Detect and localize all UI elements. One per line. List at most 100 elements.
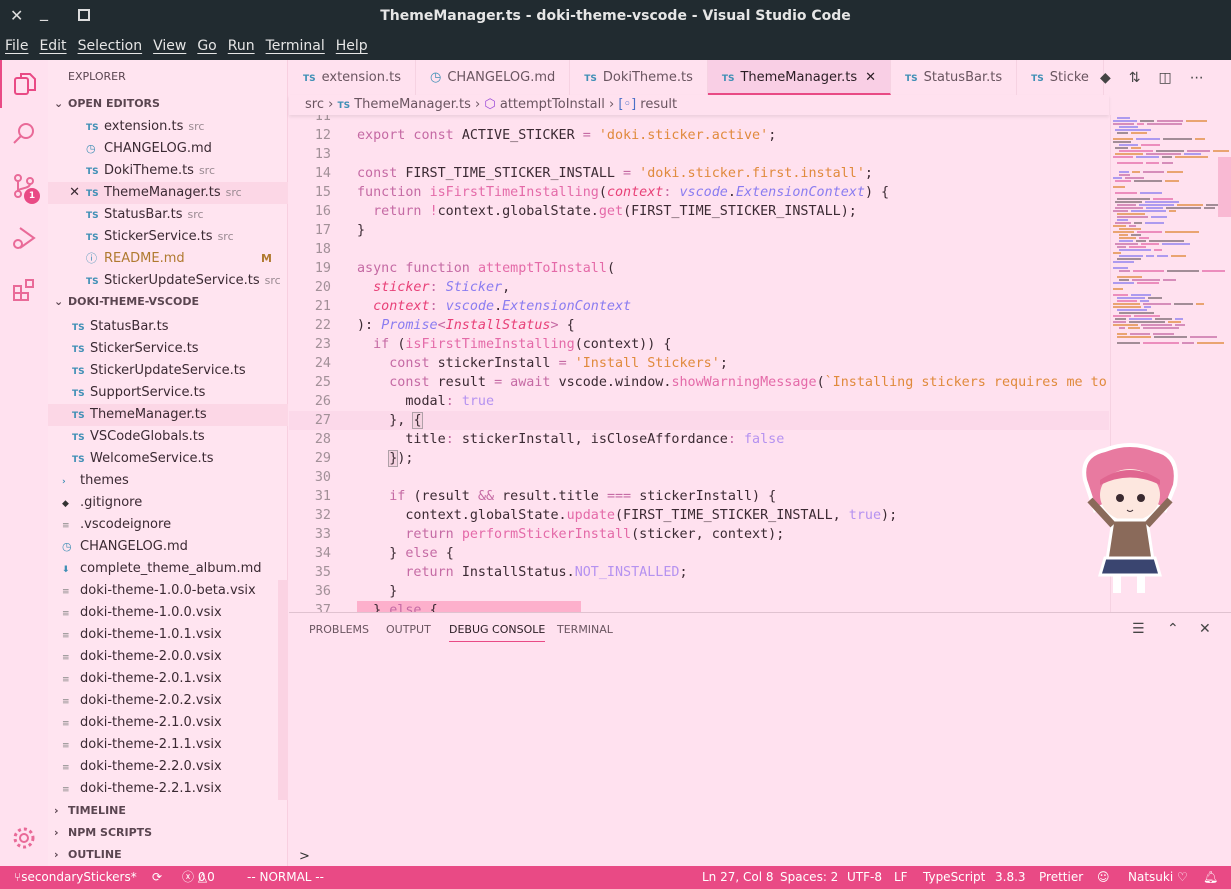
tab-dokitheme-ts[interactable]: TS DokiTheme.ts — [570, 60, 708, 95]
file-name: StickerService.ts — [104, 229, 213, 244]
sidebar-scrollbar[interactable] — [278, 580, 288, 800]
code-token: context — [373, 299, 430, 314]
sync-icon[interactable]: ⟳ — [152, 866, 162, 889]
extensions-icon — [13, 279, 34, 301]
theme-indicator[interactable]: Natsuki ♡ — [1128, 866, 1188, 889]
file-tree-item[interactable]: TS StatusBar.ts — [48, 316, 288, 338]
file-name: doki-theme-2.1.1.vsix — [80, 737, 222, 752]
panel-tab-problems[interactable]: PROBLEMS — [309, 623, 369, 636]
file-tree-item[interactable]: ≡ doki-theme-2.1.0.vsix — [48, 712, 288, 734]
file-tree-item[interactable]: TS StickerService.ts — [48, 338, 288, 360]
file-tree-item[interactable]: ≡ doki-theme-2.2.0.vsix — [48, 756, 288, 778]
panel-tab-terminal[interactable]: TERMINAL — [557, 623, 613, 636]
menu-terminal[interactable]: Terminal — [266, 33, 325, 60]
line-ending[interactable]: LF — [894, 866, 908, 889]
file-tree-item[interactable]: ≡ doki-theme-2.2.1.vsix — [48, 778, 288, 800]
open-editor-item[interactable]: ◷ CHANGELOG.md — [48, 138, 288, 160]
file-tree-item[interactable]: TS WelcomeService.ts — [48, 448, 288, 470]
project-header[interactable]: ⌄ DOKI-THEME-VSCODE — [48, 291, 288, 313]
git-icon[interactable]: ◆ — [1100, 70, 1111, 86]
problems-indicator[interactable]: ⓧ 0 △ 0 — [182, 866, 215, 889]
code-token: { — [445, 546, 454, 561]
panel-tab-output[interactable]: OUTPUT — [386, 623, 431, 636]
cursor-position[interactable]: Ln 27, Col 8 — [702, 866, 774, 889]
breadcrumb-folder[interactable]: src — [305, 97, 324, 112]
file-tree-item[interactable]: ≡ doki-theme-2.0.2.vsix — [48, 690, 288, 712]
menu-edit[interactable]: Edit — [39, 33, 66, 60]
file-tree-item[interactable]: ≡ doki-theme-1.0.1.vsix — [48, 624, 288, 646]
file-tree-item[interactable]: ≡ doki-theme-1.0.0.vsix — [48, 602, 288, 624]
file-tree-item[interactable]: ≡ doki-theme-2.1.1.vsix — [48, 734, 288, 756]
branch-indicator[interactable]: ⑂ secondaryStickers* — [14, 866, 137, 889]
line-number: 30 — [314, 470, 331, 485]
editor-scrollbar[interactable] — [1218, 157, 1231, 217]
file-tree-item[interactable]: TS SupportService.ts — [48, 382, 288, 404]
file-tree-item[interactable]: TS StickerUpdateService.ts — [48, 360, 288, 382]
encoding[interactable]: UTF-8 — [847, 866, 882, 889]
tab-statusbar-ts[interactable]: TS StatusBar.ts — [891, 60, 1018, 95]
activity-search[interactable] — [0, 110, 48, 158]
open-editor-item[interactable]: TS DokiTheme.ts src — [48, 160, 288, 182]
panel-tab-debug-console[interactable]: DEBUG CONSOLE — [449, 623, 546, 642]
file-tree-item[interactable]: TS VSCodeGlobals.ts — [48, 426, 288, 448]
open-editor-item[interactable]: ⓘ README.md M — [48, 248, 288, 270]
activity-source-control[interactable]: 1 — [0, 162, 48, 210]
menu-go[interactable]: Go — [197, 33, 216, 60]
feedback-icon[interactable]: ☺ — [1097, 866, 1110, 889]
tab-sticke[interactable]: TS Sticke — [1017, 60, 1104, 95]
menu-view[interactable]: View — [153, 33, 186, 60]
open-editor-item[interactable]: ✕ TS ThemeManager.ts src — [48, 182, 288, 204]
compare-changes-icon[interactable]: ⇅ — [1129, 70, 1141, 86]
tab-changelog-md[interactable]: ◷ CHANGELOG.md — [416, 60, 571, 95]
menu-file[interactable]: File — [5, 33, 28, 60]
console-prompt[interactable]: > — [299, 849, 310, 864]
maximize-panel-icon[interactable]: ⌃ — [1167, 621, 1179, 637]
ts-version[interactable]: 3.8.3 — [995, 866, 1026, 889]
file-tree-item[interactable]: ≡ doki-theme-2.0.1.vsix — [48, 668, 288, 690]
file-tree-item[interactable]: ⬇ complete_theme_album.md — [48, 558, 288, 580]
window-title: ThemeManager.ts - doki-theme-vscode - Vi… — [380, 8, 851, 24]
indentation[interactable]: Spaces: 2 — [780, 866, 838, 889]
file-tree-item[interactable]: ◆ .gitignore — [48, 492, 288, 514]
language-mode[interactable]: TypeScript — [923, 866, 985, 889]
activity-explorer[interactable] — [0, 60, 48, 108]
breadcrumb-function[interactable]: attemptToInstall — [500, 97, 605, 112]
open-editor-item[interactable]: TS StatusBar.ts src — [48, 204, 288, 226]
menu-help[interactable]: Help — [336, 33, 368, 60]
open-editor-item[interactable]: TS StickerUpdateService.ts src — [48, 270, 288, 292]
minimap-line — [1149, 240, 1185, 242]
menu-selection[interactable]: Selection — [78, 33, 143, 60]
file-tree-item[interactable]: ≡ .vscodeignore — [48, 514, 288, 536]
open-editors-header[interactable]: ⌄ OPEN EDITORS — [48, 93, 288, 115]
close-panel-icon[interactable]: ✕ — [1199, 621, 1211, 637]
code-editor[interactable]: 11 12 export const ACTIVE_STICKER = 'doki.… — [289, 115, 1109, 612]
menu-run[interactable]: Run — [228, 33, 255, 60]
formatter[interactable]: Prettier — [1039, 866, 1083, 889]
file-tree-item[interactable]: ◷ CHANGELOG.md — [48, 536, 288, 558]
activity-extensions[interactable] — [0, 266, 48, 314]
file-tree-item[interactable]: ≡ doki-theme-2.0.0.vsix — [48, 646, 288, 668]
close-icon[interactable]: ✕ — [48, 182, 86, 204]
clear-console-icon[interactable]: ☰ — [1132, 621, 1145, 637]
file-tree-item[interactable]: TS ThemeManager.ts — [48, 404, 288, 426]
notifications-icon[interactable]: 🔔︎ — [1203, 866, 1218, 889]
activity-run-debug[interactable] — [0, 214, 48, 262]
sidebar-section-npm-scripts[interactable]: › NPM SCRIPTS — [48, 822, 288, 844]
sidebar-section-timeline[interactable]: › TIMELINE — [48, 800, 288, 822]
breadcrumb-symbol[interactable]: result — [640, 97, 677, 112]
open-editor-item[interactable]: TS StickerService.ts src — [48, 226, 288, 248]
split-editor-icon[interactable]: ◫ — [1159, 70, 1172, 86]
activity-settings[interactable] — [0, 814, 48, 862]
minimap-line — [1128, 246, 1146, 248]
close-tab-icon[interactable]: ✕ — [865, 70, 876, 85]
minimap-line — [1129, 333, 1150, 335]
breadcrumb-file[interactable]: ThemeManager.ts — [354, 97, 471, 112]
file-tree-item[interactable]: › themes — [48, 470, 288, 492]
open-editor-item[interactable]: TS extension.ts src — [48, 116, 288, 138]
file-tree-item[interactable]: ≡ doki-theme-1.0.0-beta.vsix — [48, 580, 288, 602]
tab-thememanager-ts[interactable]: TS ThemeManager.ts ✕ — [707, 60, 892, 95]
sidebar-section-outline[interactable]: › OUTLINE — [48, 844, 288, 866]
tab-extension-ts[interactable]: TS extension.ts — [289, 60, 417, 95]
more-actions-icon[interactable]: ⋯ — [1190, 70, 1204, 86]
